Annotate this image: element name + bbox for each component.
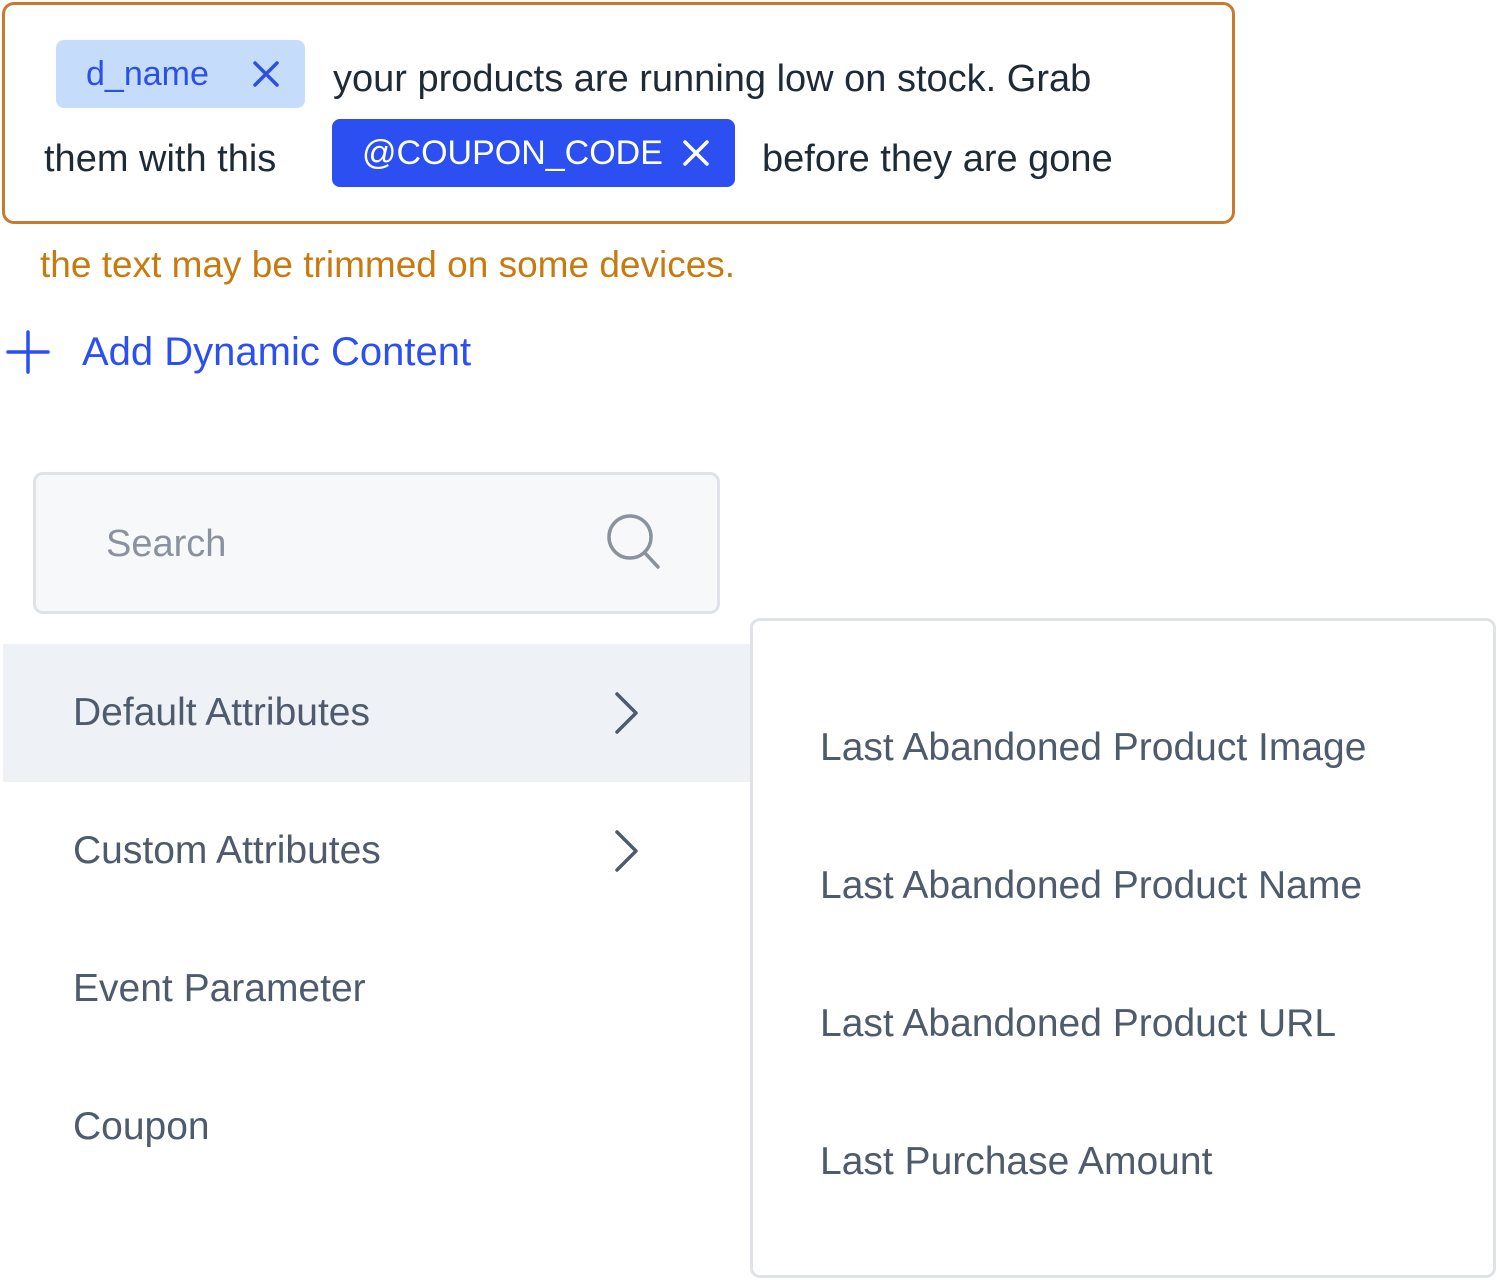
- submenu-item-last-purchase-amount[interactable]: Last Purchase Amount: [820, 1142, 1212, 1181]
- submenu-item-last-abandoned-product-name[interactable]: Last Abandoned Product Name: [820, 866, 1362, 905]
- add-dynamic-content-label: Add Dynamic Content: [82, 329, 472, 374]
- category-default-attributes[interactable]: Default Attributes: [3, 644, 751, 782]
- submenu-item-last-abandoned-product-image[interactable]: Last Abandoned Product Image: [820, 728, 1366, 767]
- category-coupon[interactable]: Coupon: [3, 1058, 751, 1196]
- category-label: Event Parameter: [73, 967, 366, 1010]
- search-input[interactable]: [104, 513, 568, 575]
- close-icon[interactable]: [681, 138, 711, 168]
- chevron-right-icon: [611, 690, 641, 736]
- message-text-line-1: your products are running low on stock. …: [333, 58, 1092, 100]
- dynamic-tag-label: d_name: [86, 54, 209, 93]
- message-text-line-2: them with this: [44, 138, 277, 180]
- category-event-parameter[interactable]: Event Parameter: [3, 920, 751, 1058]
- category-label: Coupon: [73, 1105, 210, 1148]
- category-custom-attributes[interactable]: Custom Attributes: [3, 782, 751, 920]
- close-icon[interactable]: [251, 59, 281, 89]
- message-text-line-3: before they are gone: [762, 138, 1113, 180]
- category-label: Custom Attributes: [73, 829, 381, 872]
- add-dynamic-content-button[interactable]: Add Dynamic Content: [6, 326, 471, 378]
- category-label: Default Attributes: [73, 691, 370, 734]
- submenu-item-last-abandoned-product-url[interactable]: Last Abandoned Product URL: [820, 1004, 1336, 1043]
- chevron-right-icon: [611, 828, 641, 874]
- coupon-tag-chip[interactable]: @COUPON_CODE: [332, 119, 735, 187]
- dynamic-tag-chip[interactable]: d_name: [56, 40, 305, 108]
- trim-warning: the text may be trimmed on some devices.: [40, 244, 736, 285]
- coupon-tag-label: @COUPON_CODE: [362, 133, 663, 172]
- message-editor[interactable]: d_name your products are running low on …: [2, 2, 1235, 224]
- attributes-submenu: Last Abandoned Product Image Last Abando…: [750, 618, 1496, 1278]
- search-icon[interactable]: [606, 513, 662, 571]
- search-box: [33, 472, 720, 614]
- plus-icon: [6, 330, 50, 374]
